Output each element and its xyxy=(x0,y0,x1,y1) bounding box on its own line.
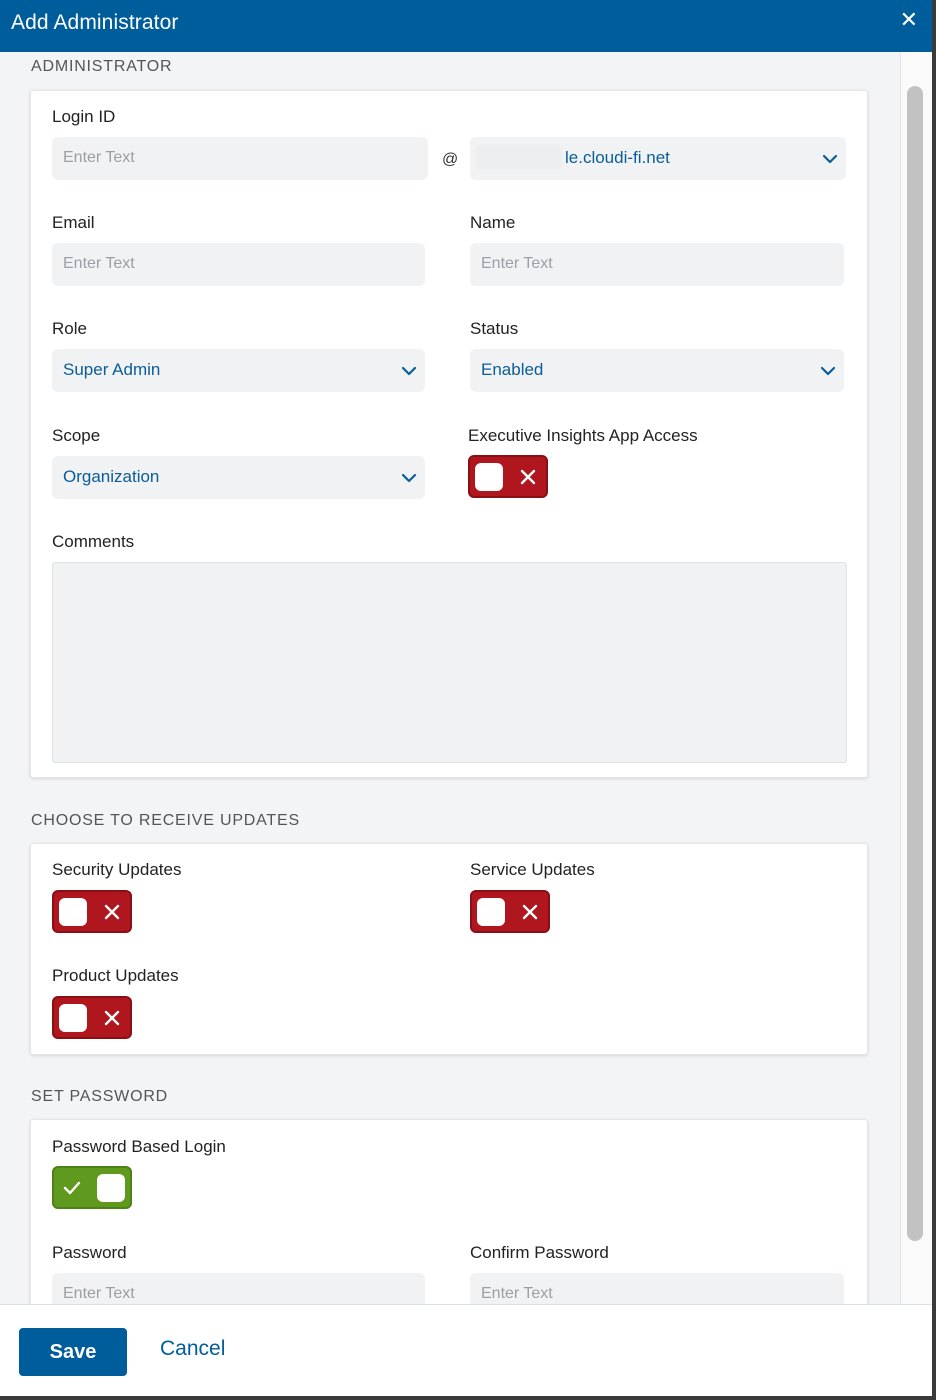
dialog-title: Add Administrator xyxy=(11,11,179,34)
service-updates-toggle[interactable] xyxy=(470,890,550,933)
dialog-footer: Save Cancel xyxy=(0,1304,932,1396)
email-label: Email xyxy=(52,213,95,232)
password-input[interactable]: Enter Text xyxy=(52,1273,425,1304)
status-select[interactable]: Enabled xyxy=(470,349,844,392)
name-input[interactable]: Enter Text xyxy=(470,243,844,286)
dialog-body[interactable]: ADMINISTRATOR Login ID Enter Text @ le.c… xyxy=(0,52,900,1304)
security-updates-label: Security Updates xyxy=(52,860,182,879)
password-placeholder: Enter Text xyxy=(63,1285,135,1302)
name-placeholder: Enter Text xyxy=(481,255,553,272)
toggle-knob xyxy=(59,1004,87,1032)
toggle-knob xyxy=(475,463,503,491)
administrator-card: Login ID Enter Text @ le.cloudi-fi.net E… xyxy=(30,90,868,778)
x-icon xyxy=(104,904,120,920)
window-edge xyxy=(0,1396,936,1400)
toggle-knob xyxy=(59,898,87,926)
section-title-password: SET PASSWORD xyxy=(31,1088,169,1105)
chevron-down-icon xyxy=(401,366,417,376)
product-updates-label: Product Updates xyxy=(52,966,179,985)
name-label: Name xyxy=(470,213,516,232)
login-id-input[interactable]: Enter Text xyxy=(52,137,428,180)
scrollbar-thumb[interactable] xyxy=(907,86,923,1241)
chevron-down-icon xyxy=(820,366,836,376)
save-button[interactable]: Save xyxy=(19,1328,127,1376)
close-icon[interactable]: ✕ xyxy=(900,7,918,33)
exec-insights-toggle[interactable] xyxy=(468,455,548,498)
password-login-label: Password Based Login xyxy=(52,1137,226,1156)
section-title-administrator: ADMINISTRATOR xyxy=(31,58,173,75)
domain-value: le.cloudi-fi.net xyxy=(565,148,670,167)
comments-label: Comments xyxy=(52,532,135,551)
domain-select[interactable]: le.cloudi-fi.net xyxy=(470,137,846,180)
exec-insights-label: Executive Insights App Access xyxy=(468,426,698,445)
password-card: Password Based Login Password Enter Text… xyxy=(30,1119,868,1304)
security-updates-toggle[interactable] xyxy=(52,890,132,933)
add-administrator-dialog: Add Administrator ✕ ADMINISTRATOR Login … xyxy=(0,0,932,1398)
role-label: Role xyxy=(52,319,87,338)
password-login-toggle[interactable] xyxy=(52,1166,132,1209)
check-icon xyxy=(63,1181,81,1195)
section-title-updates: CHOOSE TO RECEIVE UPDATES xyxy=(31,812,300,829)
toggle-knob xyxy=(97,1174,125,1202)
window-edge xyxy=(932,0,936,1400)
login-id-label: Login ID xyxy=(52,107,116,126)
redacted-area xyxy=(476,145,562,169)
x-icon xyxy=(104,1010,120,1026)
login-id-placeholder: Enter Text xyxy=(63,149,135,166)
role-value: Super Admin xyxy=(63,360,161,379)
scope-value: Organization xyxy=(63,467,160,486)
updates-card: Security Updates Service Updates Product… xyxy=(30,843,868,1055)
service-updates-label: Service Updates xyxy=(470,860,595,879)
product-updates-toggle[interactable] xyxy=(52,996,132,1039)
email-input[interactable]: Enter Text xyxy=(52,243,425,286)
toggle-knob xyxy=(477,898,505,926)
at-sign: @ xyxy=(442,151,459,168)
scope-label: Scope xyxy=(52,426,101,445)
confirm-password-input[interactable]: Enter Text xyxy=(470,1273,844,1304)
chevron-down-icon xyxy=(822,154,838,164)
confirm-password-placeholder: Enter Text xyxy=(481,1285,553,1302)
dialog-header: Add Administrator ✕ xyxy=(0,0,932,52)
comments-textarea[interactable] xyxy=(52,562,847,763)
status-label: Status xyxy=(470,319,519,338)
email-placeholder: Enter Text xyxy=(63,255,135,272)
cancel-button[interactable]: Cancel xyxy=(160,1337,225,1361)
chevron-down-icon xyxy=(401,473,417,483)
password-label: Password xyxy=(52,1243,127,1262)
scope-select[interactable]: Organization xyxy=(52,456,425,499)
confirm-password-label: Confirm Password xyxy=(470,1243,609,1262)
status-value: Enabled xyxy=(481,360,544,379)
x-icon xyxy=(522,904,538,920)
role-select[interactable]: Super Admin xyxy=(52,349,425,392)
x-icon xyxy=(520,469,536,485)
